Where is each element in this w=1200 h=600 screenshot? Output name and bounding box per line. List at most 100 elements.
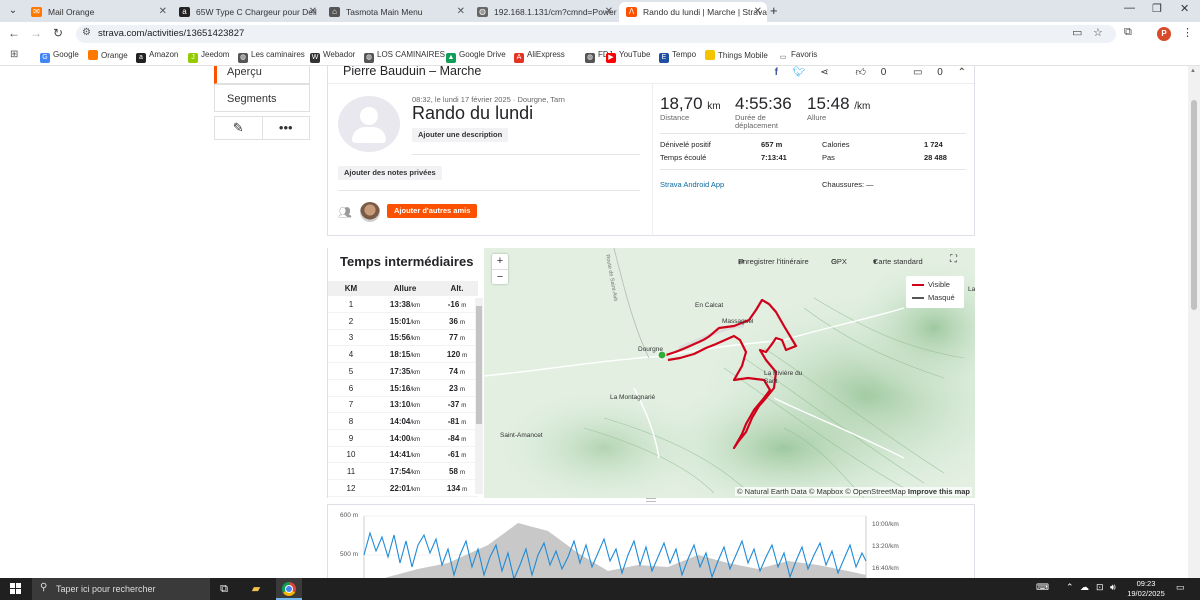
back-icon[interactable]: ← <box>6 26 22 40</box>
cloud-icon[interactable]: ☁ <box>1080 582 1089 593</box>
facebook-icon[interactable]: f <box>775 67 778 78</box>
volume-icon[interactable]: 🔊︎ <box>1110 582 1116 593</box>
comments-button[interactable]: ▭ 0 <box>901 67 943 78</box>
bookmark-things-mobile[interactable]: Things Mobile <box>705 50 768 60</box>
page-scrollbar[interactable]: ▲ <box>1188 66 1200 578</box>
bookmark-youtube[interactable]: ▶ YouTube <box>606 50 650 63</box>
tab-tasmota[interactable]: ⌂ Tasmota Main Menu ✕ <box>322 2 470 22</box>
network-icon[interactable]: ⊡ <box>1096 582 1104 593</box>
caret-down-icon: ▾ <box>873 257 877 266</box>
close-tab-icon[interactable]: ✕ <box>605 2 613 22</box>
split-row[interactable]: 9 14:00/km -84 m <box>328 431 478 447</box>
forward-icon[interactable]: → <box>28 26 44 40</box>
split-row[interactable]: 3 15:56/km 77 m <box>328 330 478 347</box>
collapse-chevron-icon[interactable]: ⌃ <box>958 67 966 78</box>
browser-menu-icon[interactable]: ⋮ <box>1182 26 1193 39</box>
apps-grid-icon[interactable]: ⊞ <box>10 49 18 60</box>
edit-pencil-icon[interactable]: ✎ <box>215 117 262 139</box>
more-options-icon[interactable]: ••• <box>261 117 310 139</box>
site-info-icon[interactable]: ⚙ <box>82 27 91 38</box>
bookmark-los-caminaires[interactable]: ◍ LOS CAMINAIRES <box>364 50 445 63</box>
split-row[interactable]: 5 17:35/km 74 m <box>328 364 478 380</box>
bookmark-orange[interactable]: Orange <box>88 50 128 60</box>
add-friends-button[interactable]: Ajouter d'autres amis <box>387 204 478 218</box>
taskbar-clock[interactable]: 09:23 19/02/2025 <box>1124 579 1168 599</box>
device-link[interactable]: Strava Android App <box>660 180 724 189</box>
task-view-icon[interactable]: ⧉ <box>216 581 232 597</box>
url-text[interactable]: strava.com/activities/13651423827 <box>98 28 244 39</box>
map-label: Massaguel <box>722 318 754 325</box>
splits-scrollbar[interactable] <box>475 298 483 494</box>
taskbar-search[interactable]: ⚲ Taper ici pour rechercher <box>32 578 210 600</box>
split-row[interactable]: 2 15:01/km 36 m <box>328 314 478 330</box>
twitter-icon[interactable]: 🐦︎ <box>793 67 806 78</box>
scrollbar-thumb[interactable] <box>476 306 482 424</box>
minimize-icon[interactable]: — <box>1124 2 1135 14</box>
close-tab-icon[interactable]: ✕ <box>309 2 317 22</box>
bookmark-tempo[interactable]: E Tempo <box>659 50 696 63</box>
scrollbar-thumb[interactable] <box>1191 100 1197 310</box>
file-explorer-icon[interactable]: ▰ <box>248 581 264 597</box>
map-attribution: © Natural Earth Data © Mapbox © OpenStre… <box>735 487 972 496</box>
fullscreen-icon[interactable]: ⛶ <box>950 254 957 265</box>
extensions-icon[interactable]: ⧉ <box>1124 26 1132 39</box>
friend-avatar[interactable] <box>360 202 380 222</box>
athlete-activity-type[interactable]: Pierre Bauduin – Marche <box>343 66 481 78</box>
reload-icon[interactable]: ↻ <box>50 26 66 40</box>
zoom-out-button[interactable]: − <box>492 269 508 285</box>
close-tab-icon[interactable]: ✕ <box>754 2 762 22</box>
split-alt: 36 m <box>449 316 465 326</box>
split-row[interactable]: 8 14:04/km -81 m <box>328 414 478 430</box>
bookmark-amazon[interactable]: a Amazon <box>136 50 178 63</box>
split-row[interactable]: 10 14:41/km -61 m <box>328 447 478 464</box>
map-legend: Visible Masqué <box>906 276 964 308</box>
split-row[interactable]: 6 15:16/km 23 m <box>328 381 478 397</box>
bookmark-aliexpress[interactable]: A AliExpress <box>514 50 565 63</box>
split-row[interactable]: 7 13:10/km -37 m <box>328 397 478 414</box>
tab-amazon-charger[interactable]: a 65W Type C Chargeur pour Dell ✕ <box>172 2 322 22</box>
windows-start-icon[interactable] <box>10 583 22 595</box>
notifications-icon[interactable]: ▭ <box>1176 582 1185 593</box>
close-tab-icon[interactable]: ✕ <box>457 2 465 22</box>
bookmark-les-caminaires[interactable]: ◍ Les caminaires <box>238 50 305 63</box>
restore-icon[interactable]: ❐ <box>1152 2 1162 15</box>
activity-sidenav: Aperçu Segments ✎ ••• <box>214 66 310 140</box>
bookmark-google-drive[interactable]: ▲ Google Drive <box>446 50 506 63</box>
add-private-notes-button[interactable]: Ajouter des notes privées <box>338 166 442 180</box>
cast-icon[interactable]: ▭ <box>1072 26 1082 39</box>
profile-avatar[interactable]: P <box>1157 27 1171 41</box>
legend-visible-label: Visible <box>928 280 950 289</box>
bookmark-google[interactable]: G Google <box>40 50 79 63</box>
keyboard-icon[interactable]: ⌨ <box>1036 582 1049 593</box>
zoom-in-button[interactable]: + <box>492 254 508 269</box>
scroll-up-icon[interactable]: ▲ <box>1190 68 1196 74</box>
improve-map-link[interactable]: Improve this map <box>908 487 970 496</box>
split-row[interactable]: 1 13:38/km -16 m <box>328 297 478 313</box>
resize-handle[interactable] <box>646 498 656 502</box>
bookmark-jeedom[interactable]: J Jeedom <box>188 50 229 63</box>
tab-ip-power[interactable]: ◍ 192.168.1.131/cm?cmnd=Power ✕ <box>470 2 618 22</box>
close-window-icon[interactable]: ✕ <box>1180 2 1189 15</box>
sidenav-segments[interactable]: Segments <box>214 84 310 112</box>
tab-strava-active[interactable]: Λ Rando du lundi | Marche | Strava ✕ <box>619 2 767 22</box>
bookmark-webador[interactable]: W Webador <box>310 50 355 63</box>
new-tab-button[interactable]: + <box>770 3 778 19</box>
split-alt: 120 m <box>446 350 468 360</box>
elevation-pace-chart[interactable]: 600 m 500 m 10:00/km 13:20/km 16:40/km <box>327 504 975 578</box>
tab-mail-orange[interactable]: ✉ Mail Orange ✕ <box>24 2 172 22</box>
tab-search-button[interactable]: ⌄ <box>4 3 22 19</box>
tray-chevron-icon[interactable]: ⌃ <box>1066 582 1074 593</box>
split-row[interactable]: 12 22:01/km 134 m <box>328 481 478 497</box>
route-map[interactable]: En Calcat Massaguel Dourgne La Rivière d… <box>484 248 975 498</box>
kudos-button[interactable]: 👍︎ 0 <box>843 66 886 78</box>
share-icon[interactable]: ⋖ <box>820 67 828 78</box>
sidenav-overview[interactable]: Aperçu <box>214 66 310 84</box>
bookmark-favoris[interactable]: ▭ Favoris <box>778 50 817 63</box>
add-description-button[interactable]: Ajouter une description <box>412 128 509 142</box>
split-row[interactable]: 11 17:54/km 58 m <box>328 464 478 480</box>
close-tab-icon[interactable]: ✕ <box>159 2 167 22</box>
athlete-avatar[interactable] <box>338 96 400 152</box>
split-row[interactable]: 4 18:15/km 120 m <box>328 347 478 364</box>
bookmark-star-icon[interactable]: ☆ <box>1093 26 1103 39</box>
address-bar[interactable]: ⚙ strava.com/activities/13651423827 <box>76 25 1116 43</box>
